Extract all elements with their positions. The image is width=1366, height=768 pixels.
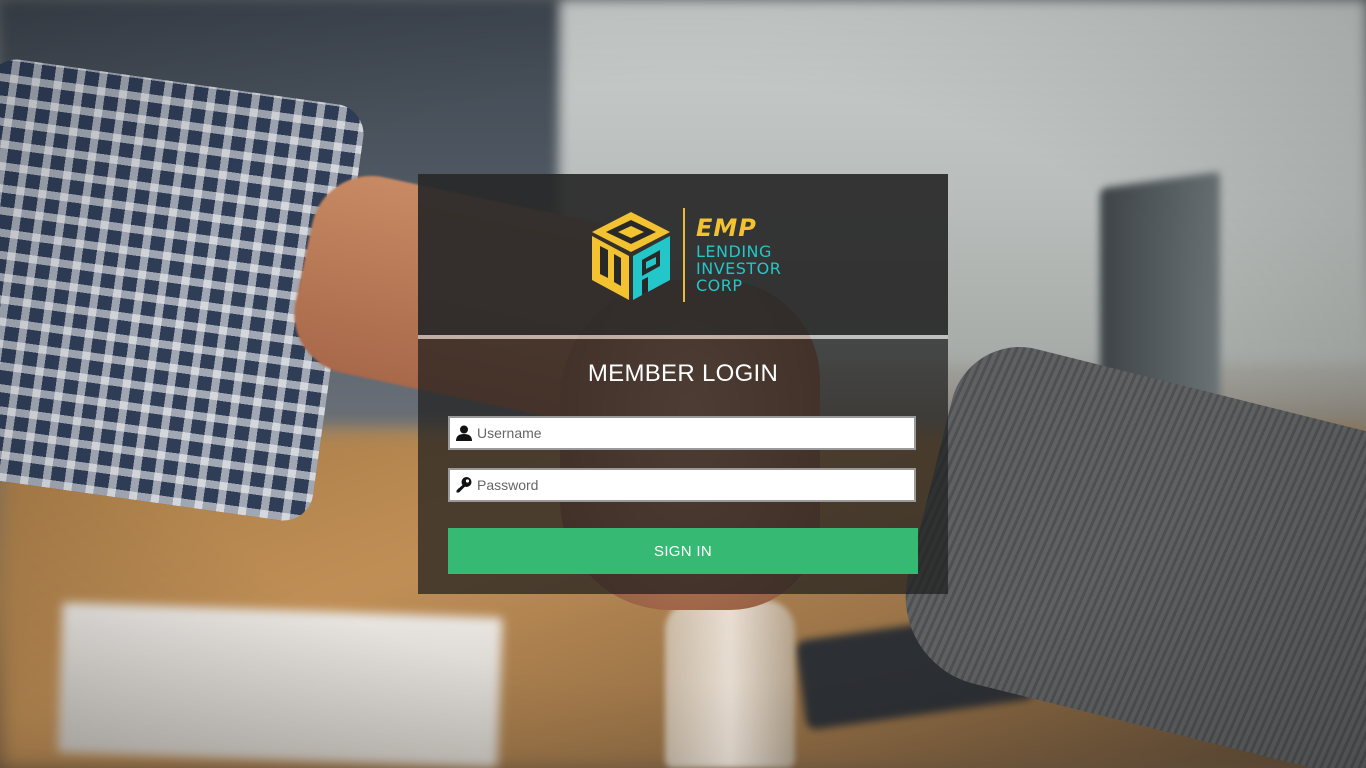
password-input[interactable]: [477, 470, 912, 500]
password-field[interactable]: [448, 468, 916, 502]
logo-line-lending: LENDING: [696, 242, 772, 261]
logo-emp-text: EMP: [696, 214, 757, 242]
username-field[interactable]: [448, 416, 916, 450]
username-input[interactable]: [477, 418, 912, 448]
logo-line-investor: INVESTOR: [696, 259, 782, 278]
cube-logo-icon: [592, 212, 670, 300]
logo-line-corp: CORP: [696, 276, 743, 295]
key-icon: [456, 477, 472, 493]
sign-in-button[interactable]: SIGN IN: [448, 528, 918, 574]
login-title: MEMBER LOGIN: [587, 360, 779, 387]
login-page: EMP LENDING INVESTOR CORP MEMBER LOGIN U…: [0, 0, 1366, 768]
logo-separator: [683, 208, 685, 302]
card-header: EMP LENDING INVESTOR CORP: [418, 174, 948, 335]
company-logo: EMP LENDING INVESTOR CORP: [588, 208, 788, 304]
user-icon: [456, 425, 472, 441]
login-card: EMP LENDING INVESTOR CORP MEMBER LOGIN U…: [418, 174, 948, 594]
